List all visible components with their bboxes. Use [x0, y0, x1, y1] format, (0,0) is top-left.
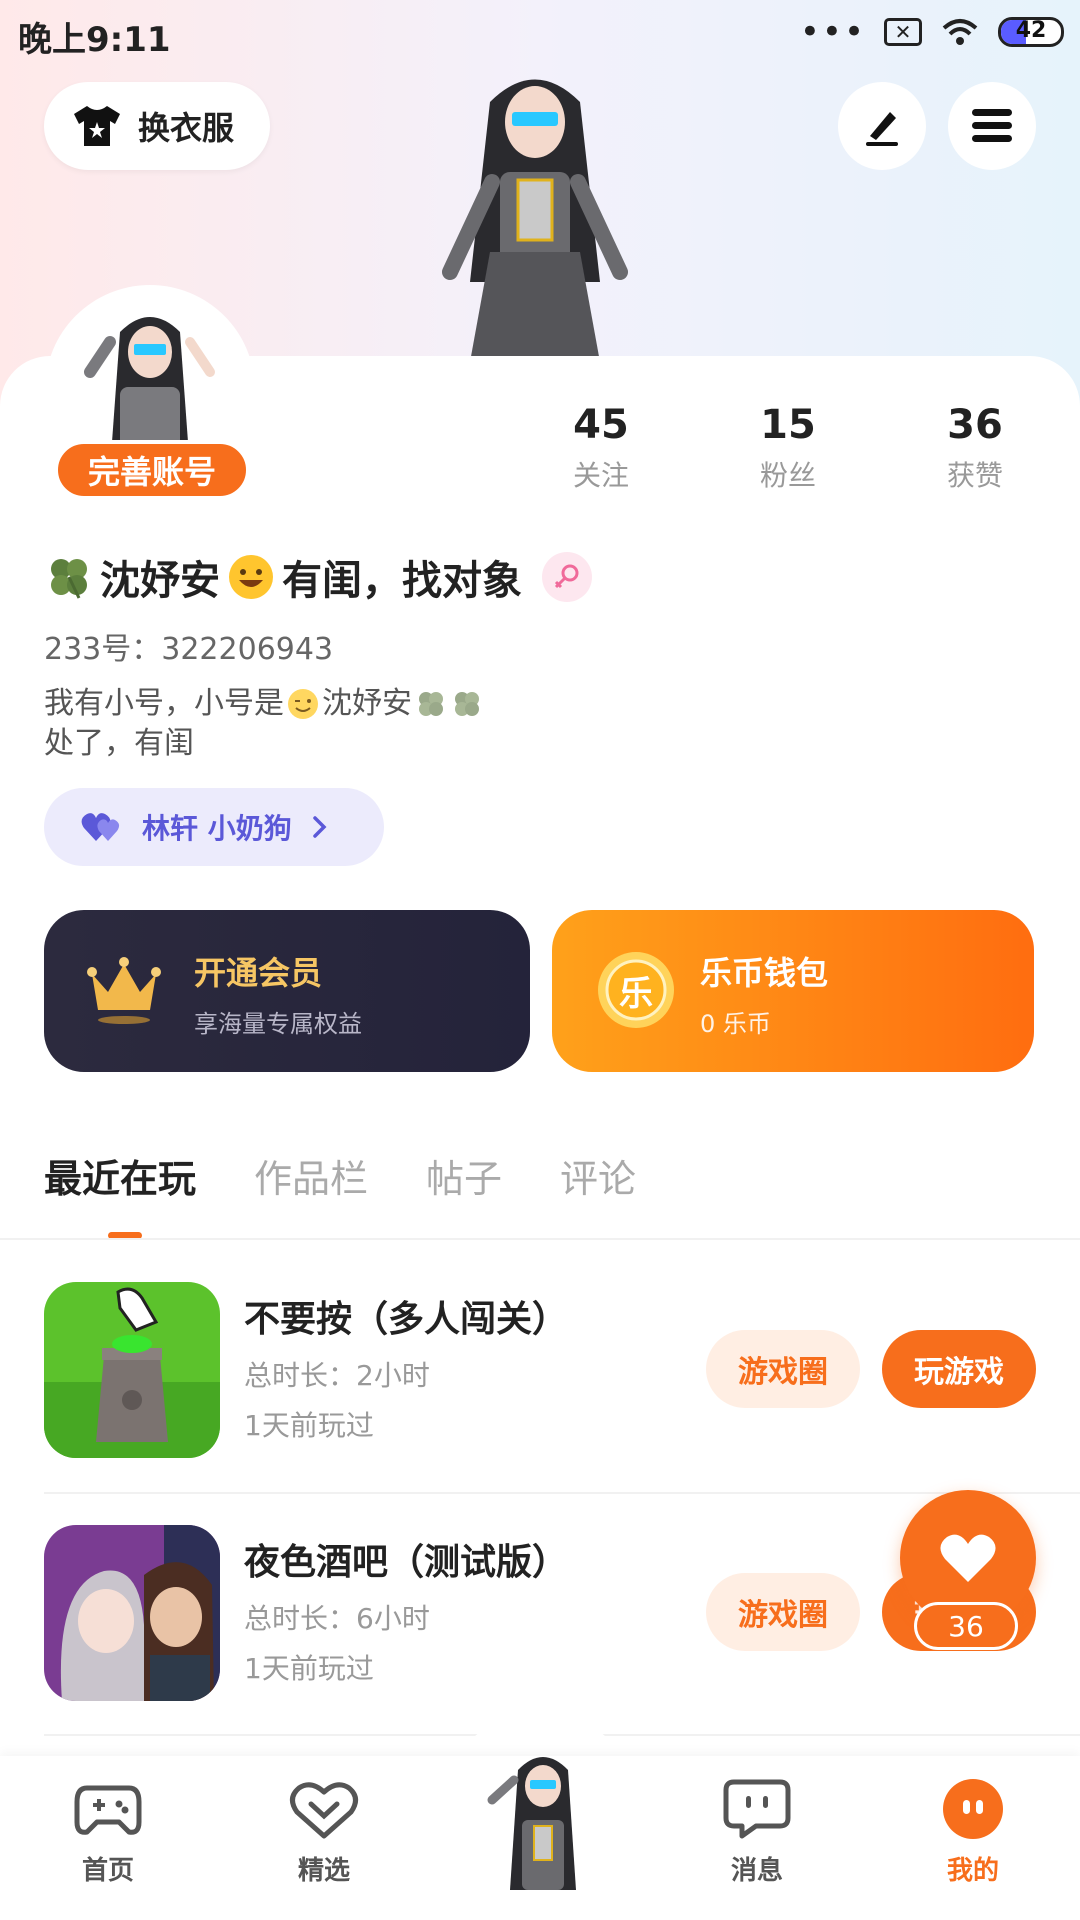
nav-item-messages[interactable]: 消息 [682, 1778, 832, 1887]
tabs-divider [0, 1238, 1080, 1240]
status-time: 晚上9:11 [18, 20, 171, 60]
tab-works[interactable]: 作品栏 [254, 1148, 368, 1203]
game-last-played: 1天前玩过 [244, 1652, 374, 1685]
female-symbol-icon [554, 564, 579, 589]
game-last-played: 1天前玩过 [244, 1409, 374, 1442]
coin-char: 乐 [619, 974, 653, 1014]
smiley-emoji-icon [229, 555, 273, 599]
battery-level: 42 [1015, 18, 1047, 43]
stat-following-value: 45 [573, 402, 629, 448]
profile-tabs: 最近在玩 作品栏 帖子 评论 [44, 1148, 636, 1203]
nav-home-label: 首页 [81, 1856, 134, 1886]
message-bubble-icon [723, 1779, 791, 1839]
play-game-button[interactable]: 玩游戏 [882, 1330, 1036, 1408]
avatar-character-image[interactable] [430, 62, 640, 362]
nav-center-avatar[interactable] [478, 1740, 608, 1900]
game-info: 夜色酒吧（测试版） 总时长：6小时 1天前玩过 [244, 1533, 568, 1687]
wink-emoji-icon [288, 689, 318, 719]
heart-icon [940, 1534, 996, 1582]
nav-item-me[interactable]: 我的 [898, 1778, 1048, 1887]
stat-followers-value: 15 [760, 402, 816, 448]
chevron-right-icon [313, 816, 327, 838]
edit-button[interactable] [838, 82, 926, 170]
game-title: 不要按（多人闯关） [244, 1299, 569, 1340]
vip-title: 开通会员 [194, 954, 323, 992]
bio-line1-part1: 我有小号，小号是 [44, 686, 284, 721]
game-duration: 总时长：6小时 [244, 1602, 430, 1635]
nav-item-home[interactable]: 首页 [33, 1778, 183, 1887]
nav-me-label: 我的 [946, 1856, 999, 1886]
complete-account-badge[interactable]: 完善账号 [54, 440, 250, 500]
wallet-text-block: 乐币钱包 0 乐币 [700, 948, 828, 1039]
game-duration: 总时长：2小时 [244, 1359, 430, 1392]
vip-membership-card[interactable]: 开通会员 享海量专属权益 [44, 910, 530, 1072]
stat-likes[interactable]: 36 获赞 [905, 402, 1045, 494]
username-part2: 有闺，找对象 [282, 558, 522, 604]
gamepad-icon [74, 1785, 142, 1835]
nav-featured-label: 精选 [297, 1856, 350, 1886]
tab-comments[interactable]: 评论 [560, 1148, 636, 1203]
bio-line2: 处了，有闺 [44, 726, 194, 761]
stat-likes-value: 36 [947, 402, 1003, 448]
couple-label: 林轩 小奶狗 [142, 812, 292, 845]
crown-icon [87, 957, 161, 1024]
tab-recently-played[interactable]: 最近在玩 [44, 1148, 196, 1203]
female-gender-badge [542, 552, 592, 602]
nav-item-featured[interactable]: 精选 [249, 1778, 399, 1887]
couple-link-chip[interactable]: 林轩 小奶狗 [44, 788, 384, 866]
more-dots-icon: ••• [799, 12, 866, 52]
status-icons: ••• ✕ 42 [799, 12, 1064, 52]
clover-icon [419, 692, 443, 716]
profile-face-icon [943, 1779, 1003, 1839]
sim-off-icon: ✕ [884, 18, 922, 46]
username-part1: 沈妤安 [100, 558, 220, 604]
tab-posts[interactable]: 帖子 [426, 1148, 502, 1203]
profile-avatar[interactable] [70, 302, 230, 452]
username-row: 沈妤安 有闺，找对象 [44, 548, 592, 606]
game-circle-button[interactable]: 游戏圈 [706, 1573, 860, 1651]
change-outfit-label: 换衣服 [138, 109, 235, 147]
stat-likes-label: 获赞 [946, 459, 1003, 492]
vip-text-block: 开通会员 享海量专属权益 [194, 948, 362, 1039]
wallet-balance: 0 乐币 [700, 1010, 771, 1038]
stat-followers[interactable]: 15 粉丝 [718, 402, 858, 494]
double-heart-icon [81, 813, 120, 841]
menu-button[interactable] [948, 82, 1036, 170]
nav-messages-label: 消息 [730, 1856, 783, 1886]
wallet-card[interactable]: 乐 乐币钱包 0 乐币 [552, 910, 1034, 1072]
game-row[interactable]: 夜色酒吧（测试版） 总时长：6小时 1天前玩过 游戏圈 玩游戏 [44, 1525, 1044, 1703]
change-outfit-button[interactable]: 换衣服 [44, 82, 270, 170]
vip-subtitle: 享海量专属权益 [194, 1010, 362, 1038]
battery-icon: 42 [998, 17, 1064, 47]
clover-icon [455, 692, 479, 716]
stat-followers-label: 粉丝 [759, 459, 816, 492]
game-row[interactable]: 不要按（多人闯关） 总时长：2小时 1天前玩过 游戏圈 玩游戏 [44, 1282, 1044, 1460]
user-id: 233号：322206943 [44, 632, 334, 667]
wifi-icon [942, 19, 978, 45]
stat-following-label: 关注 [572, 459, 629, 492]
game-thumbnail[interactable] [44, 1282, 220, 1458]
game-info: 不要按（多人闯关） 总时长：2小时 1天前玩过 [244, 1290, 568, 1444]
like-count: 36 [914, 1602, 1018, 1650]
stat-following[interactable]: 45 关注 [531, 402, 671, 494]
clover-icon [51, 559, 87, 599]
tshirt-icon [74, 106, 120, 146]
game-thumbnail[interactable] [44, 1525, 220, 1701]
row-divider [44, 1492, 1080, 1494]
hamburger-menu-icon [972, 109, 1012, 142]
game-title: 夜色酒吧（测试版） [244, 1542, 569, 1583]
game-circle-button[interactable]: 游戏圈 [706, 1330, 860, 1408]
pencil-icon [866, 112, 898, 146]
wallet-title: 乐币钱包 [700, 954, 829, 992]
user-bio: 我有小号，小号是 沈妤安 处了，有闺 [44, 684, 604, 764]
heart-chat-icon [290, 1782, 358, 1839]
bio-line1-part2: 沈妤安 [322, 686, 412, 721]
